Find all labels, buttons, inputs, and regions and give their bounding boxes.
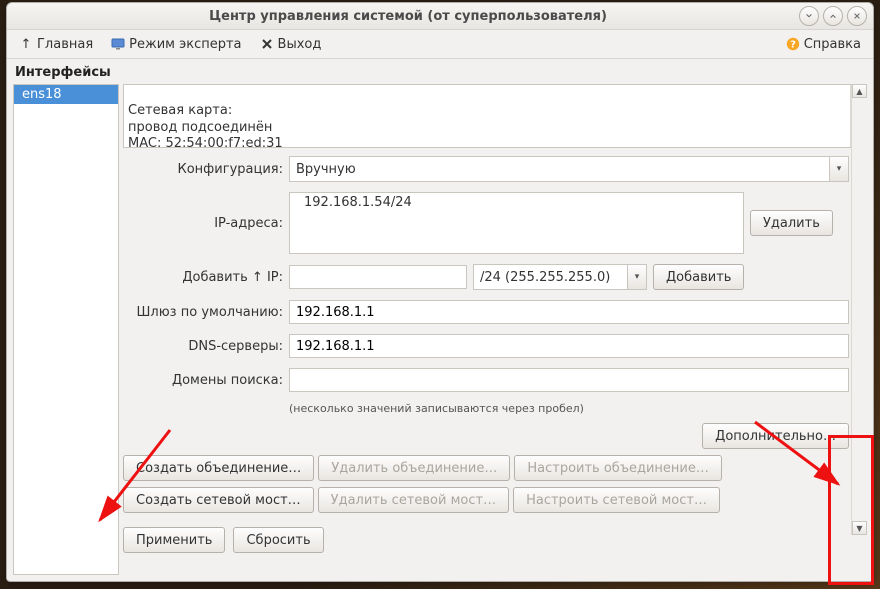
nav-expert[interactable]: Режим эксперта — [105, 35, 247, 54]
titlebar: Центр управления системой (от суперпольз… — [7, 3, 873, 30]
scroll-down-icon[interactable]: ▼ — [852, 521, 867, 535]
advanced-button[interactable]: Дополнительно… — [702, 423, 849, 449]
nav-help-label: Справка — [804, 37, 861, 52]
search-domains-input[interactable] — [289, 368, 849, 392]
pane-scrollbar[interactable]: ▲ ▼ — [851, 84, 867, 535]
monitor-icon — [111, 37, 125, 51]
config-label: Конфигурация: — [123, 162, 283, 177]
gateway-input[interactable] — [289, 300, 849, 324]
close-icon — [260, 37, 274, 51]
config-bridge-button: Настроить сетевой мост… — [513, 487, 720, 513]
nav-exit-label: Выход — [278, 37, 322, 52]
interface-info: Сетевая карта: провод подсоединён MAC: 5… — [123, 84, 867, 148]
section-title: Интерфейсы — [13, 63, 867, 84]
arrow-up-icon: ↑ — [19, 37, 33, 51]
config-mode-select[interactable]: Вручную ▾ — [289, 156, 849, 182]
ip-list-entry[interactable]: 192.168.1.54/24 — [304, 195, 729, 210]
netmask-value: /24 (255.255.255.0) — [480, 270, 610, 285]
chevron-down-icon: ▾ — [829, 157, 848, 181]
svg-text:?: ? — [790, 40, 796, 51]
config-bond-button: Настроить объединение… — [514, 455, 722, 481]
add-ip-label: Добавить ↑ IP: — [123, 270, 283, 285]
nav-expert-label: Режим эксперта — [129, 37, 241, 52]
reset-button[interactable]: Сбросить — [233, 527, 323, 553]
help-icon: ? — [786, 37, 800, 51]
maximize-button[interactable] — [823, 6, 843, 26]
scroll-up-icon[interactable]: ▲ — [852, 84, 867, 98]
delete-bond-button: Удалить объединение… — [318, 455, 510, 481]
nav-help[interactable]: ? Справка — [780, 35, 867, 54]
create-bond-button[interactable]: Создать объединение… — [123, 455, 314, 481]
hint-text: (несколько значений записываются через п… — [289, 402, 849, 415]
nav-exit[interactable]: Выход — [254, 35, 328, 54]
dns-input[interactable] — [289, 334, 849, 358]
details-pane: Сетевая карта: провод подсоединён MAC: 5… — [123, 84, 867, 575]
window-title: Центр управления системой (от суперпольз… — [17, 9, 799, 24]
delete-bridge-button: Удалить сетевой мост… — [318, 487, 509, 513]
config-mode-value: Вручную — [296, 162, 356, 177]
minimize-button[interactable] — [799, 6, 819, 26]
ips-label: IP-адреса: — [123, 216, 283, 231]
interface-list[interactable]: ens18 — [13, 84, 119, 575]
toolbar: ↑ Главная Режим эксперта Выход ? Справка — [7, 30, 873, 59]
netmask-select[interactable]: /24 (255.255.255.0) ▾ — [473, 264, 647, 290]
chevron-down-icon: ▾ — [627, 265, 646, 289]
add-ip-input[interactable] — [289, 265, 467, 289]
interface-item[interactable]: ens18 — [14, 85, 118, 104]
gateway-label: Шлюз по умолчанию: — [123, 305, 283, 320]
nav-home-label: Главная — [37, 37, 93, 52]
create-bridge-button[interactable]: Создать сетевой мост… — [123, 487, 314, 513]
apply-button[interactable]: Применить — [123, 527, 225, 553]
interface-info-text: Сетевая карта: провод подсоединён MAC: 5… — [128, 103, 283, 148]
delete-ip-button[interactable]: Удалить — [750, 210, 833, 236]
app-window: Центр управления системой (от суперпольз… — [6, 2, 874, 582]
ip-list[interactable]: 192.168.1.54/24 — [289, 192, 744, 254]
add-ip-button[interactable]: Добавить — [653, 264, 744, 290]
search-label: Домены поиска: — [123, 373, 283, 388]
nav-home[interactable]: ↑ Главная — [13, 35, 99, 54]
dns-label: DNS-серверы: — [123, 339, 283, 354]
close-button[interactable] — [847, 6, 867, 26]
